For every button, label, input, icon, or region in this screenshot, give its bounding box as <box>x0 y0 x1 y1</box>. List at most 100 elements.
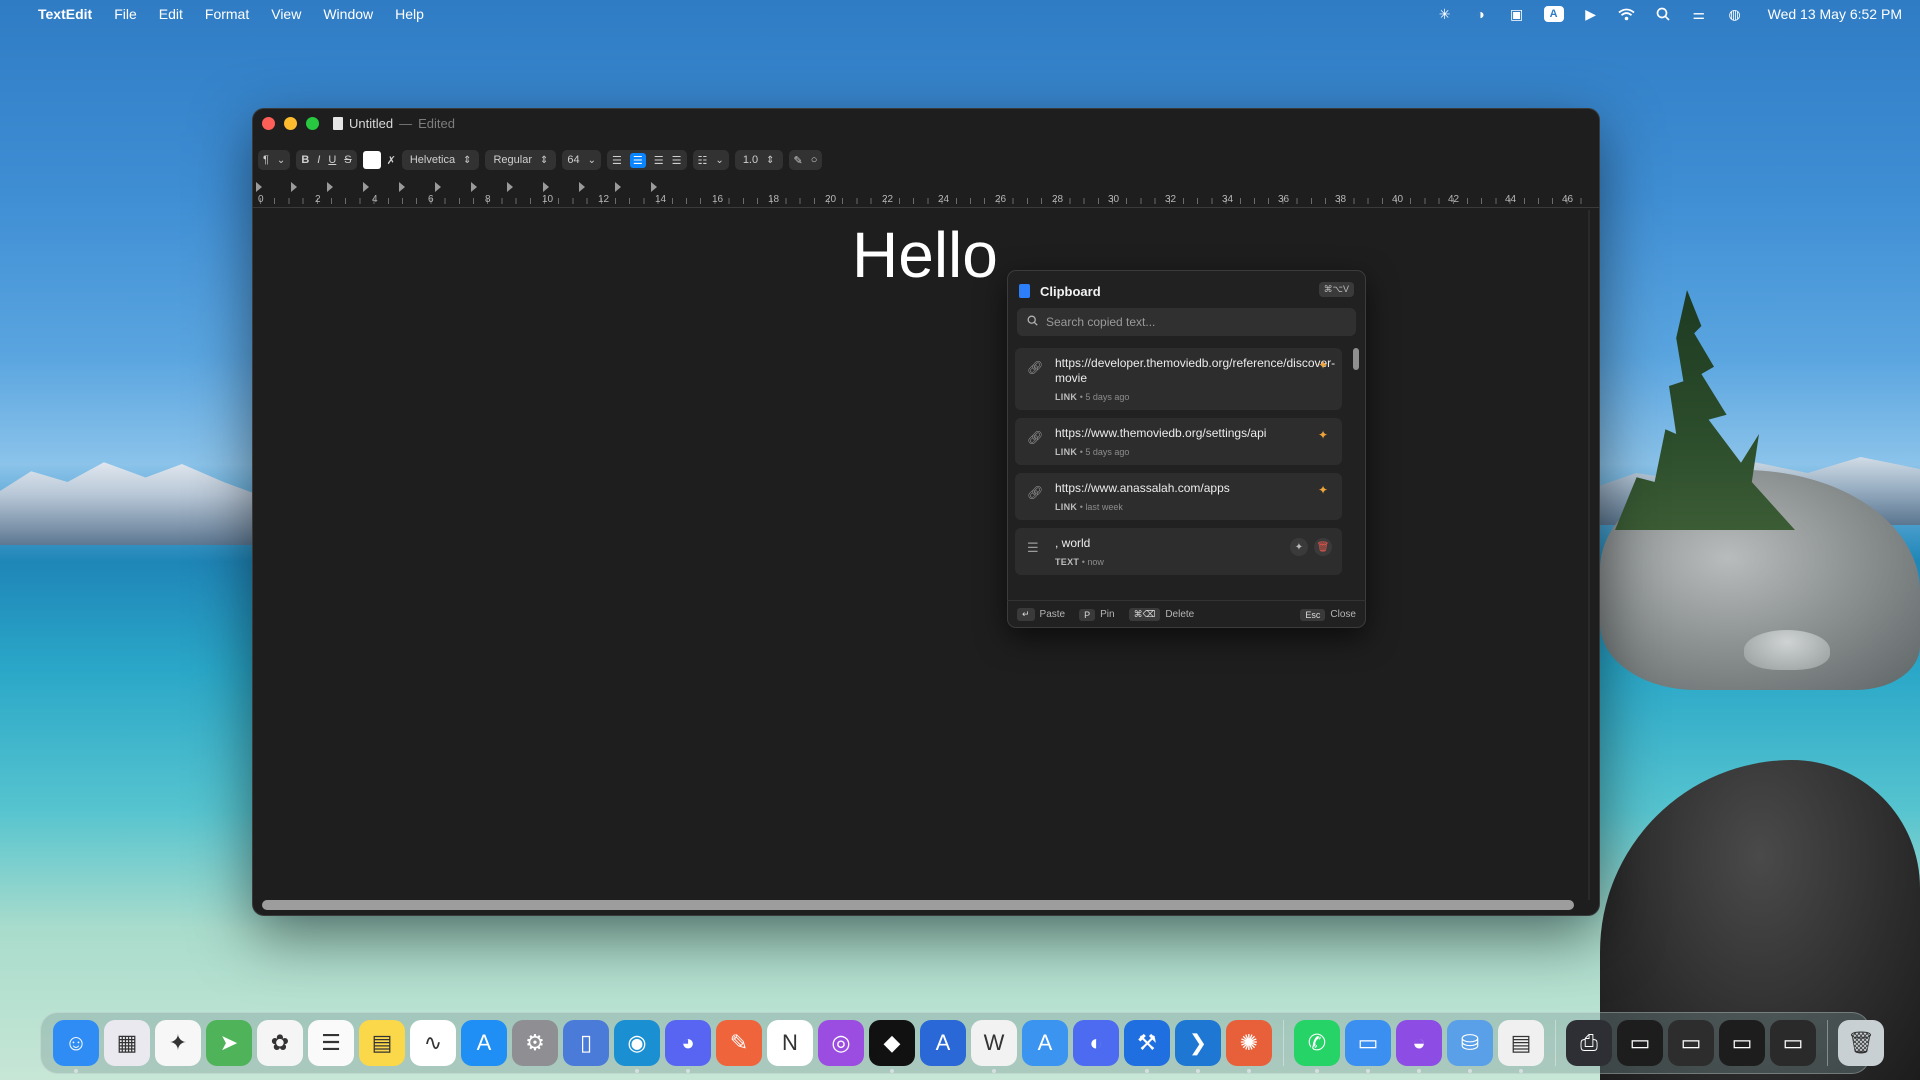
dock-app-writer[interactable]: W <box>971 1020 1017 1073</box>
tab-stop[interactable] <box>651 182 657 192</box>
font-family-popup[interactable]: Helvetica ⇕ <box>401 150 480 170</box>
ruler[interactable]: 0 2 4 6 8 10 12 14 16 18 20 22 24 26 28 … <box>252 180 1600 208</box>
dock-app-xcode[interactable]: ⚒ <box>1124 1020 1170 1073</box>
pin-icon[interactable]: ✦ <box>1318 358 1328 372</box>
dock-app-system-settings[interactable]: ⚙ <box>512 1020 558 1066</box>
clipboard-scrollbar[interactable] <box>1353 348 1359 370</box>
pin-hint[interactable]: P Pin <box>1079 608 1115 621</box>
dock-app-vscode[interactable]: ❯ <box>1175 1020 1221 1073</box>
minimize-window-button[interactable] <box>284 116 297 130</box>
dock-app-window-thumbnail-2[interactable]: ▭ <box>1668 1020 1714 1066</box>
dock-app-window-thumbnail-1[interactable]: ▭ <box>1617 1020 1663 1066</box>
close-hint[interactable]: Esc Close <box>1300 608 1356 621</box>
dock-app-xcode-app-store[interactable]: A <box>1022 1020 1068 1066</box>
bold-button[interactable]: B <box>301 154 309 166</box>
tab-stop[interactable] <box>543 182 549 192</box>
dock-app-discord[interactable]: ◕ <box>665 1020 711 1073</box>
dock-app-instruments[interactable]: A <box>920 1020 966 1066</box>
tab-stop[interactable] <box>615 182 621 192</box>
pencil-icon[interactable]: ✎ <box>794 154 803 167</box>
dock-app-whatsapp[interactable]: ✆ <box>1294 1020 1340 1073</box>
tab-stop[interactable] <box>327 182 333 192</box>
dock-app-claude[interactable]: ✺ <box>1226 1020 1272 1073</box>
clipboard-item-selected[interactable]: ☰ , world TEXT • now ✦ 🗑︎ <box>1015 528 1342 575</box>
align-left-icon[interactable]: ☰ <box>612 154 622 167</box>
dock-app-printer[interactable]: ⎙ <box>1566 1020 1612 1066</box>
strikethrough-button[interactable]: S <box>344 154 351 166</box>
dock-app-launchpad[interactable]: ▦ <box>104 1020 150 1066</box>
menu-bar-clock[interactable]: Wed 13 May 6:52 PM <box>1768 6 1902 22</box>
menu-edit[interactable]: Edit <box>159 6 183 22</box>
text-editor[interactable]: Hello <box>252 210 1600 910</box>
font-style-popup[interactable]: Regular ⇕ <box>485 150 557 170</box>
trash-icon[interactable]: 🗑︎ <box>1314 538 1332 556</box>
dock-app-photos[interactable]: ✿ <box>257 1020 303 1066</box>
clipboard-item[interactable]: 🔗︎ https://www.themoviedb.org/settings/a… <box>1015 418 1342 465</box>
tab-stop[interactable] <box>471 182 477 192</box>
line-spacing-popup[interactable]: 1.0 ⇕ <box>734 150 783 170</box>
menu-window[interactable]: Window <box>323 6 373 22</box>
control-center-icon[interactable]: ⚌ <box>1690 5 1708 23</box>
horizontal-scrollbar[interactable] <box>262 900 1574 910</box>
clipboard-item-partial[interactable] <box>1015 583 1342 597</box>
align-right-icon[interactable]: ☰ <box>654 154 664 167</box>
wifi-icon[interactable] <box>1618 5 1636 23</box>
dock-app-disk-utility[interactable]: ⛁ <box>1447 1020 1493 1073</box>
delete-hint[interactable]: ⌘⌫ Delete <box>1128 608 1194 621</box>
tab-stop[interactable] <box>507 182 513 192</box>
dock-app-swift-playgrounds[interactable]: ✎ <box>716 1020 762 1066</box>
dock-app-simulator[interactable]: ▯ <box>563 1020 609 1066</box>
dock-app-finder[interactable]: ☺ <box>53 1020 99 1073</box>
clipboard-icon[interactable]: ▣ <box>1508 5 1526 23</box>
dock-app-window-thumbnail-4[interactable]: ▭ <box>1770 1020 1816 1066</box>
dock-app-notes[interactable]: ▤ <box>359 1020 405 1066</box>
list-popup[interactable]: ☷ ⌄ <box>692 150 729 170</box>
title-bar[interactable]: Untitled — Edited <box>252 108 1600 138</box>
play-icon[interactable]: ▶ <box>1582 5 1600 23</box>
network-icon[interactable]: ◑ <box>1472 5 1490 23</box>
dock-app-sketch-app[interactable]: ✦ <box>155 1020 201 1066</box>
input-source-icon[interactable]: A <box>1543 6 1564 22</box>
dock-app-maps[interactable]: ➤ <box>206 1020 252 1066</box>
underline-button[interactable]: U <box>328 154 336 166</box>
dock-app-freeform[interactable]: ∿ <box>410 1020 456 1066</box>
dock-app-window-thumbnail-3[interactable]: ▭ <box>1719 1020 1765 1066</box>
close-window-button[interactable] <box>262 116 275 130</box>
pin-icon[interactable]: ✦ <box>1318 483 1328 497</box>
menu-format[interactable]: Format <box>205 6 249 22</box>
paste-hint[interactable]: ↵ Paste <box>1017 608 1065 621</box>
vertical-scrollbar[interactable] <box>1588 210 1590 900</box>
tab-stop[interactable] <box>435 182 441 192</box>
siri-icon[interactable]: ◍ <box>1726 5 1744 23</box>
menu-help[interactable]: Help <box>395 6 424 22</box>
dock-app-proxyman[interactable]: ◐ <box>1073 1020 1119 1066</box>
menu-app-name[interactable]: TextEdit <box>38 6 92 22</box>
search-icon[interactable] <box>1654 5 1672 23</box>
tab-stop[interactable] <box>291 182 297 192</box>
clipboard-search-input[interactable] <box>1046 315 1336 329</box>
dock-app-github-desktop[interactable]: ◒ <box>1396 1020 1442 1073</box>
dock-app-edge[interactable]: ◉ <box>614 1020 660 1073</box>
dock-app-notion[interactable]: N <box>767 1020 813 1066</box>
dock-app-textedit[interactable]: ▤ <box>1498 1020 1544 1073</box>
pin-icon[interactable]: ✦ <box>1290 538 1308 556</box>
dock-app-podcasts[interactable]: ◎ <box>818 1020 864 1066</box>
asterisk-icon[interactable]: ✳ <box>1436 5 1454 23</box>
tab-stop[interactable] <box>399 182 405 192</box>
dock-app-files[interactable]: ▭ <box>1345 1020 1391 1073</box>
pin-icon[interactable]: ✦ <box>1318 428 1328 442</box>
tab-stop[interactable] <box>363 182 369 192</box>
paragraph-style-popup[interactable]: ¶ ⌄ <box>258 150 291 170</box>
dock-app-reminders[interactable]: ☰ <box>308 1020 354 1066</box>
dock-app-app-store[interactable]: A <box>461 1020 507 1066</box>
clipboard-item[interactable]: 🔗︎ https://www.anassalah.com/apps LINK •… <box>1015 473 1342 520</box>
italic-button[interactable]: I <box>317 154 320 166</box>
tab-stop[interactable] <box>579 182 585 192</box>
font-size-combo[interactable]: 64 ⌄ <box>562 150 602 170</box>
zoom-window-button[interactable] <box>306 116 319 130</box>
dock-app-cursor[interactable]: ◆ <box>869 1020 915 1073</box>
menu-view[interactable]: View <box>271 6 301 22</box>
dock-app-trash[interactable]: 🗑 <box>1838 1020 1884 1066</box>
text-color-well[interactable] <box>362 151 381 169</box>
justify-icon[interactable]: ☰ <box>672 154 682 167</box>
